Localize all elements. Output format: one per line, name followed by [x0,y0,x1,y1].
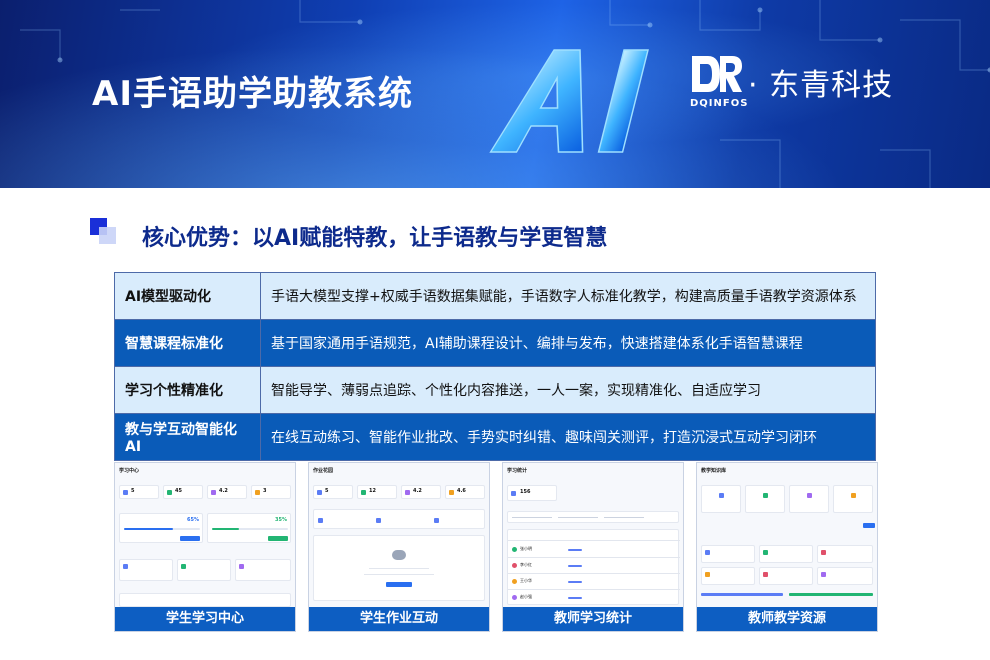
screenshot-student-homework: 作业花园 5 12 4.2 4.6 学生作业互动 [308,462,490,632]
screenshot-caption: 教师教学资源 [697,607,877,631]
student-name: 赵小强 [520,594,532,599]
advantage-key: 教与学互动智能化AI [114,413,261,461]
ai-3d-graphic [489,49,649,153]
system-title: AI手语助学助教系统 [92,74,413,114]
section-square-icon [90,218,120,248]
brand-name: · 东青科技 [748,68,894,103]
screenshot-caption: 学生作业互动 [309,607,489,631]
dq-logo-icon [692,56,742,92]
mini-title: 学习统计 [507,468,528,474]
advantage-key: 智慧课程标准化 [114,319,261,367]
advantage-value: 智能导学、薄弱点追踪、个性化内容推送，一人一案，实现精准化、自适应学习 [260,366,876,414]
student-name: 张小明 [520,546,532,551]
screenshot-teacher-statistics: 学习统计 156 张小明 李小红 王小华 赵小强 教师学习统计 [502,462,684,632]
mini-title: 作业花园 [313,468,334,474]
stat-value: 156 [520,489,531,495]
screenshot-teacher-resources: 教学知识库 教师教学资源 [696,462,878,632]
stat-value: 5 [325,488,329,494]
section-title: 核心优势：以AI赋能特教，让手语教与学更智慧 [142,226,608,251]
advantage-row: 教与学互动智能化AI 在线互动练习、智能作业批改、手势实时纠错、趣味闯关测评，打… [114,413,876,461]
advantage-value: 在线互动练习、智能作业批改、手势实时纠错、趣味闯关测评，打造沉浸式互动学习闭环 [260,413,876,461]
header-banner: AI手语助学助教系统 DQINFOS · 东青科技 [0,0,990,188]
stat-value: 4.6 [457,488,466,494]
screenshot-caption: 教师学习统计 [503,607,683,631]
brand-subtitle: DQINFOS [690,98,749,109]
screenshot-student-learning-center: 学习中心 5 45 4.2 3 65% 35% 学生学习中心 [114,462,296,632]
stat-value: 4.2 [219,488,228,494]
advantage-value: 基于国家通用手语规范，AI辅助课程设计、编排与发布，快速搭建体系化手语智慧课程 [260,319,876,367]
advantage-row: 学习个性精准化 智能导学、薄弱点追踪、个性化内容推送，一人一案，实现精准化、自适… [114,366,876,414]
stat-value: 3 [263,488,267,494]
mini-title: 教学知识库 [701,468,727,474]
student-name: 李小红 [520,562,532,567]
screenshot-caption: 学生学习中心 [115,607,295,631]
stat-value: 45 [175,488,182,494]
advantage-row: AI模型驱动化 手语大模型支撑+权威手语数据集赋能，手语数字人标准化教学，构建高… [114,272,876,320]
stat-value: 12 [369,488,376,494]
advantage-row: 智慧课程标准化 基于国家通用手语规范，AI辅助课程设计、编排与发布，快速搭建体系… [114,319,876,367]
mini-title: 学习中心 [119,468,140,474]
advantages-table: AI模型驱动化 手语大模型支撑+权威手语数据集赋能，手语数字人标准化教学，构建高… [114,272,876,461]
advantage-key: 学习个性精准化 [114,366,261,414]
stat-value: 5 [131,488,135,494]
progress-percent: 35% [275,517,287,523]
advantage-key: AI模型驱动化 [114,272,261,320]
progress-percent: 65% [187,517,199,523]
advantage-value: 手语大模型支撑+权威手语数据集赋能，手语数字人标准化教学，构建高质量手语教学资源… [260,272,876,320]
student-name: 王小华 [520,578,532,583]
stat-value: 4.2 [413,488,422,494]
